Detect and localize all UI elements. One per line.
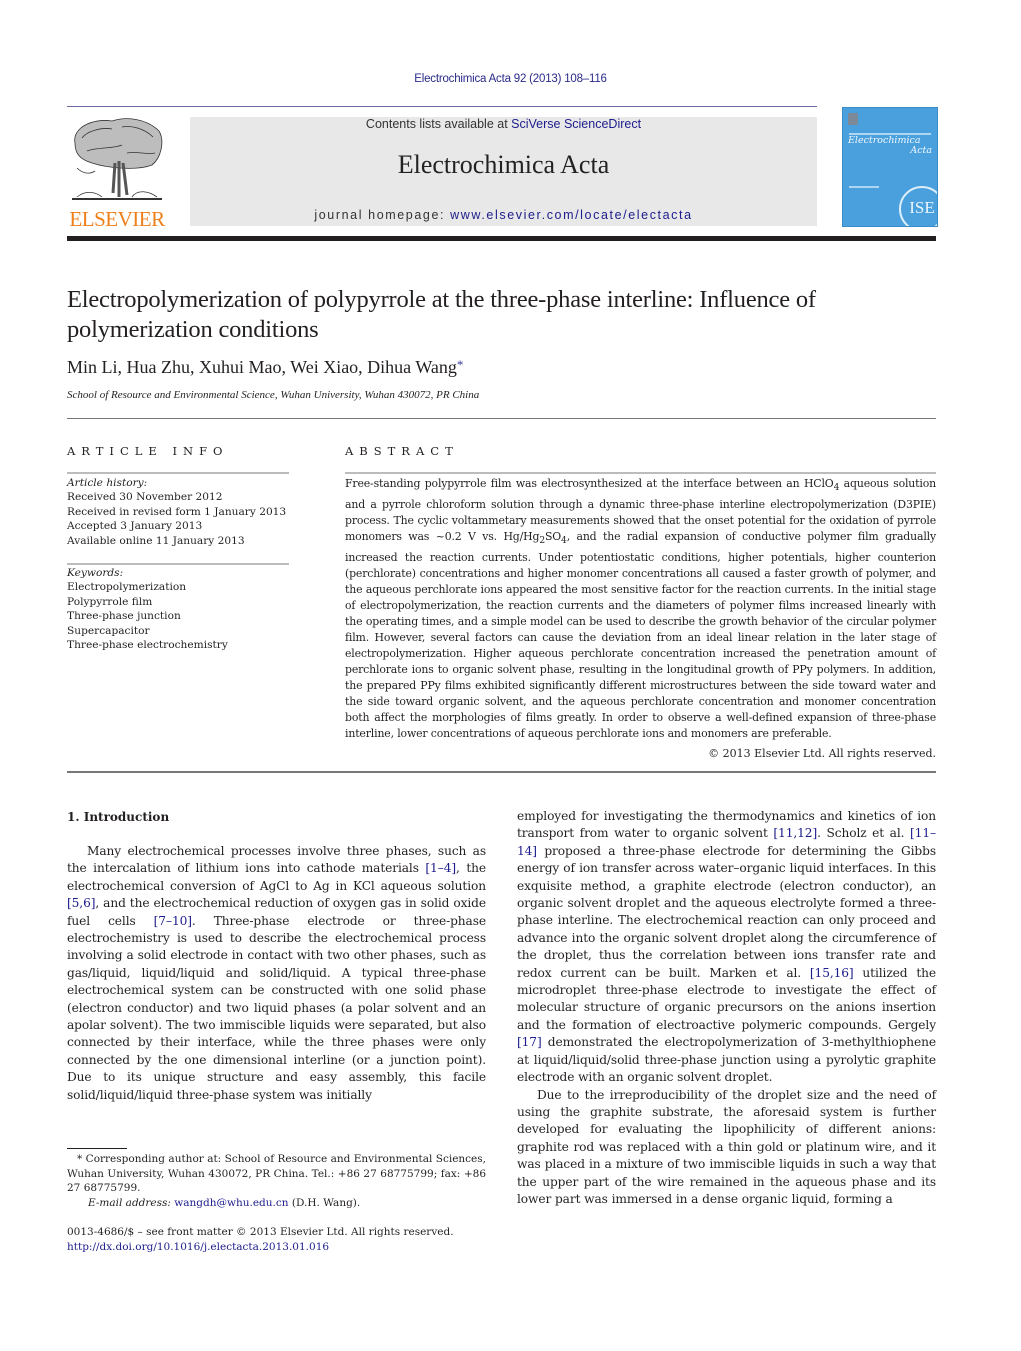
journal-citation-link[interactable]: Electrochimica Acta 92 (2013) 108–116	[0, 73, 1021, 85]
affiliation: School of Resource and Environmental Sci…	[67, 389, 480, 401]
cover-title: Electrochimica Acta	[848, 136, 932, 156]
history-item: Received in revised form 1 January 2013	[67, 505, 287, 518]
front-matter: 0013-4686/$ – see front matter © 2013 El…	[67, 1225, 486, 1255]
issn-line: 0013-4686/$ – see front matter © 2013 El…	[67, 1226, 454, 1238]
journal-masthead: Contents lists available at SciVerse Sci…	[190, 117, 817, 226]
corresponding-author-footnote: * Corresponding author at: School of Res…	[67, 1152, 486, 1210]
footnote-divider	[67, 1148, 127, 1149]
contents-prefix: Contents lists available at	[365, 117, 512, 131]
masthead-divider	[67, 236, 936, 241]
abstract-segment: Free-standing polypyrrole film was elect…	[345, 477, 834, 490]
abstract-segment: SO	[544, 530, 562, 544]
history-item: Received 30 November 2012	[67, 491, 223, 504]
header-divider	[67, 106, 817, 107]
article-history: Article history: Received 30 November 20…	[67, 476, 286, 548]
body-column-left: Many electrochemical processes involve t…	[67, 843, 486, 1104]
abstract-text: Free-standing polypyrrole film was elect…	[345, 476, 936, 742]
divider	[345, 472, 936, 474]
email-label: E-mail address:	[88, 1196, 175, 1209]
text: . Scholz et al.	[817, 826, 911, 841]
keyword-item: Polypyrrole film	[67, 595, 153, 608]
reference-link[interactable]: [1–4]	[425, 861, 456, 875]
article-info-heading: ARTICLE INFO	[67, 444, 229, 458]
homepage-link[interactable]: www.elsevier.com/locate/electacta	[450, 208, 692, 222]
text: Many electrochemical processes involve t…	[67, 844, 486, 876]
keyword-item: Three-phase electrochemistry	[67, 639, 228, 652]
journal-homepage: journal homepage: www.elsevier.com/locat…	[190, 208, 817, 222]
cover-publisher-bar	[849, 186, 879, 188]
email-link[interactable]: wangdh@whu.edu.cn	[174, 1197, 288, 1209]
paragraph: Many electrochemical processes involve t…	[67, 843, 486, 1104]
cover-title-line2: Acta	[910, 145, 932, 156]
elsevier-tree-icon	[72, 118, 163, 200]
email-suffix: (D.H. Wang).	[288, 1196, 361, 1209]
journal-title: Electrochimica Acta	[397, 150, 610, 179]
article-title: Electropolymerization of polypyrrole at …	[67, 286, 816, 343]
cover-publisher-logo-icon	[848, 113, 858, 125]
author-list: Min Li, Hua Zhu, Xuhui Mao, Wei Xiao, Di…	[67, 357, 463, 378]
divider	[67, 472, 289, 474]
reference-link[interactable]: [17]	[517, 1035, 542, 1049]
keywords-heading: Keywords:	[67, 567, 124, 579]
history-heading: Article history:	[67, 477, 148, 489]
abstract-heading: ABSTRACT	[345, 444, 459, 458]
history-item: Accepted 3 January 2013	[67, 520, 203, 533]
section-heading-introduction: 1. Introduction	[67, 810, 170, 824]
abstract-segment: , and the radial expansion of conductive…	[345, 530, 936, 740]
paragraph: Due to the irreproducibility of the drop…	[517, 1087, 936, 1206]
reference-link[interactable]: [7–10]	[154, 914, 192, 928]
keyword-item: Electropolymerization	[67, 581, 187, 594]
body-column-right: employed for investigating the thermodyn…	[517, 808, 936, 1208]
authors: Min Li, Hua Zhu, Xuhui Mao, Wei Xiao, Di…	[67, 357, 457, 377]
text: proposed a three-phase electrode for det…	[517, 843, 936, 980]
contents-availability: Contents lists available at SciVerse Sci…	[190, 117, 817, 131]
corresponding-author-link[interactable]: *	[457, 357, 464, 372]
ise-badge-icon: ISE	[899, 186, 937, 226]
homepage-prefix: journal homepage:	[314, 208, 451, 222]
reference-link[interactable]: [11,12]	[773, 826, 817, 840]
elsevier-logo[interactable]: ELSEVIER	[67, 113, 167, 231]
keywords: Keywords: Electropolymerization Polypyrr…	[67, 566, 228, 652]
keyword-item: Three-phase junction	[67, 610, 181, 623]
doi-link[interactable]: http://dx.doi.org/10.1016/j.electacta.20…	[67, 1240, 486, 1255]
journal-cover-image[interactable]: Electrochimica Acta ISE	[842, 107, 938, 227]
paragraph: employed for investigating the thermodyn…	[517, 808, 936, 1087]
sciencedirect-link[interactable]: SciVerse ScienceDirect	[511, 117, 641, 131]
email-line: E-mail address: wangdh@whu.edu.cn (D.H. …	[67, 1196, 486, 1211]
divider	[67, 418, 936, 419]
divider	[67, 771, 936, 773]
footnote-text: * Corresponding author at: School of Res…	[67, 1153, 486, 1194]
keyword-item: Supercapacitor	[67, 624, 150, 637]
publisher-name: ELSEVIER	[69, 207, 165, 231]
copyright-notice: © 2013 Elsevier Ltd. All rights reserved…	[708, 747, 936, 760]
text: . Three-phase electrode or three-phase e…	[67, 913, 486, 1102]
history-item: Available online 11 January 2013	[67, 534, 245, 547]
text: demonstrated the electropolymerization o…	[517, 1035, 936, 1085]
reference-link[interactable]: [15,16]	[810, 966, 854, 980]
reference-link[interactable]: [5,6]	[67, 896, 96, 910]
divider	[67, 563, 289, 565]
